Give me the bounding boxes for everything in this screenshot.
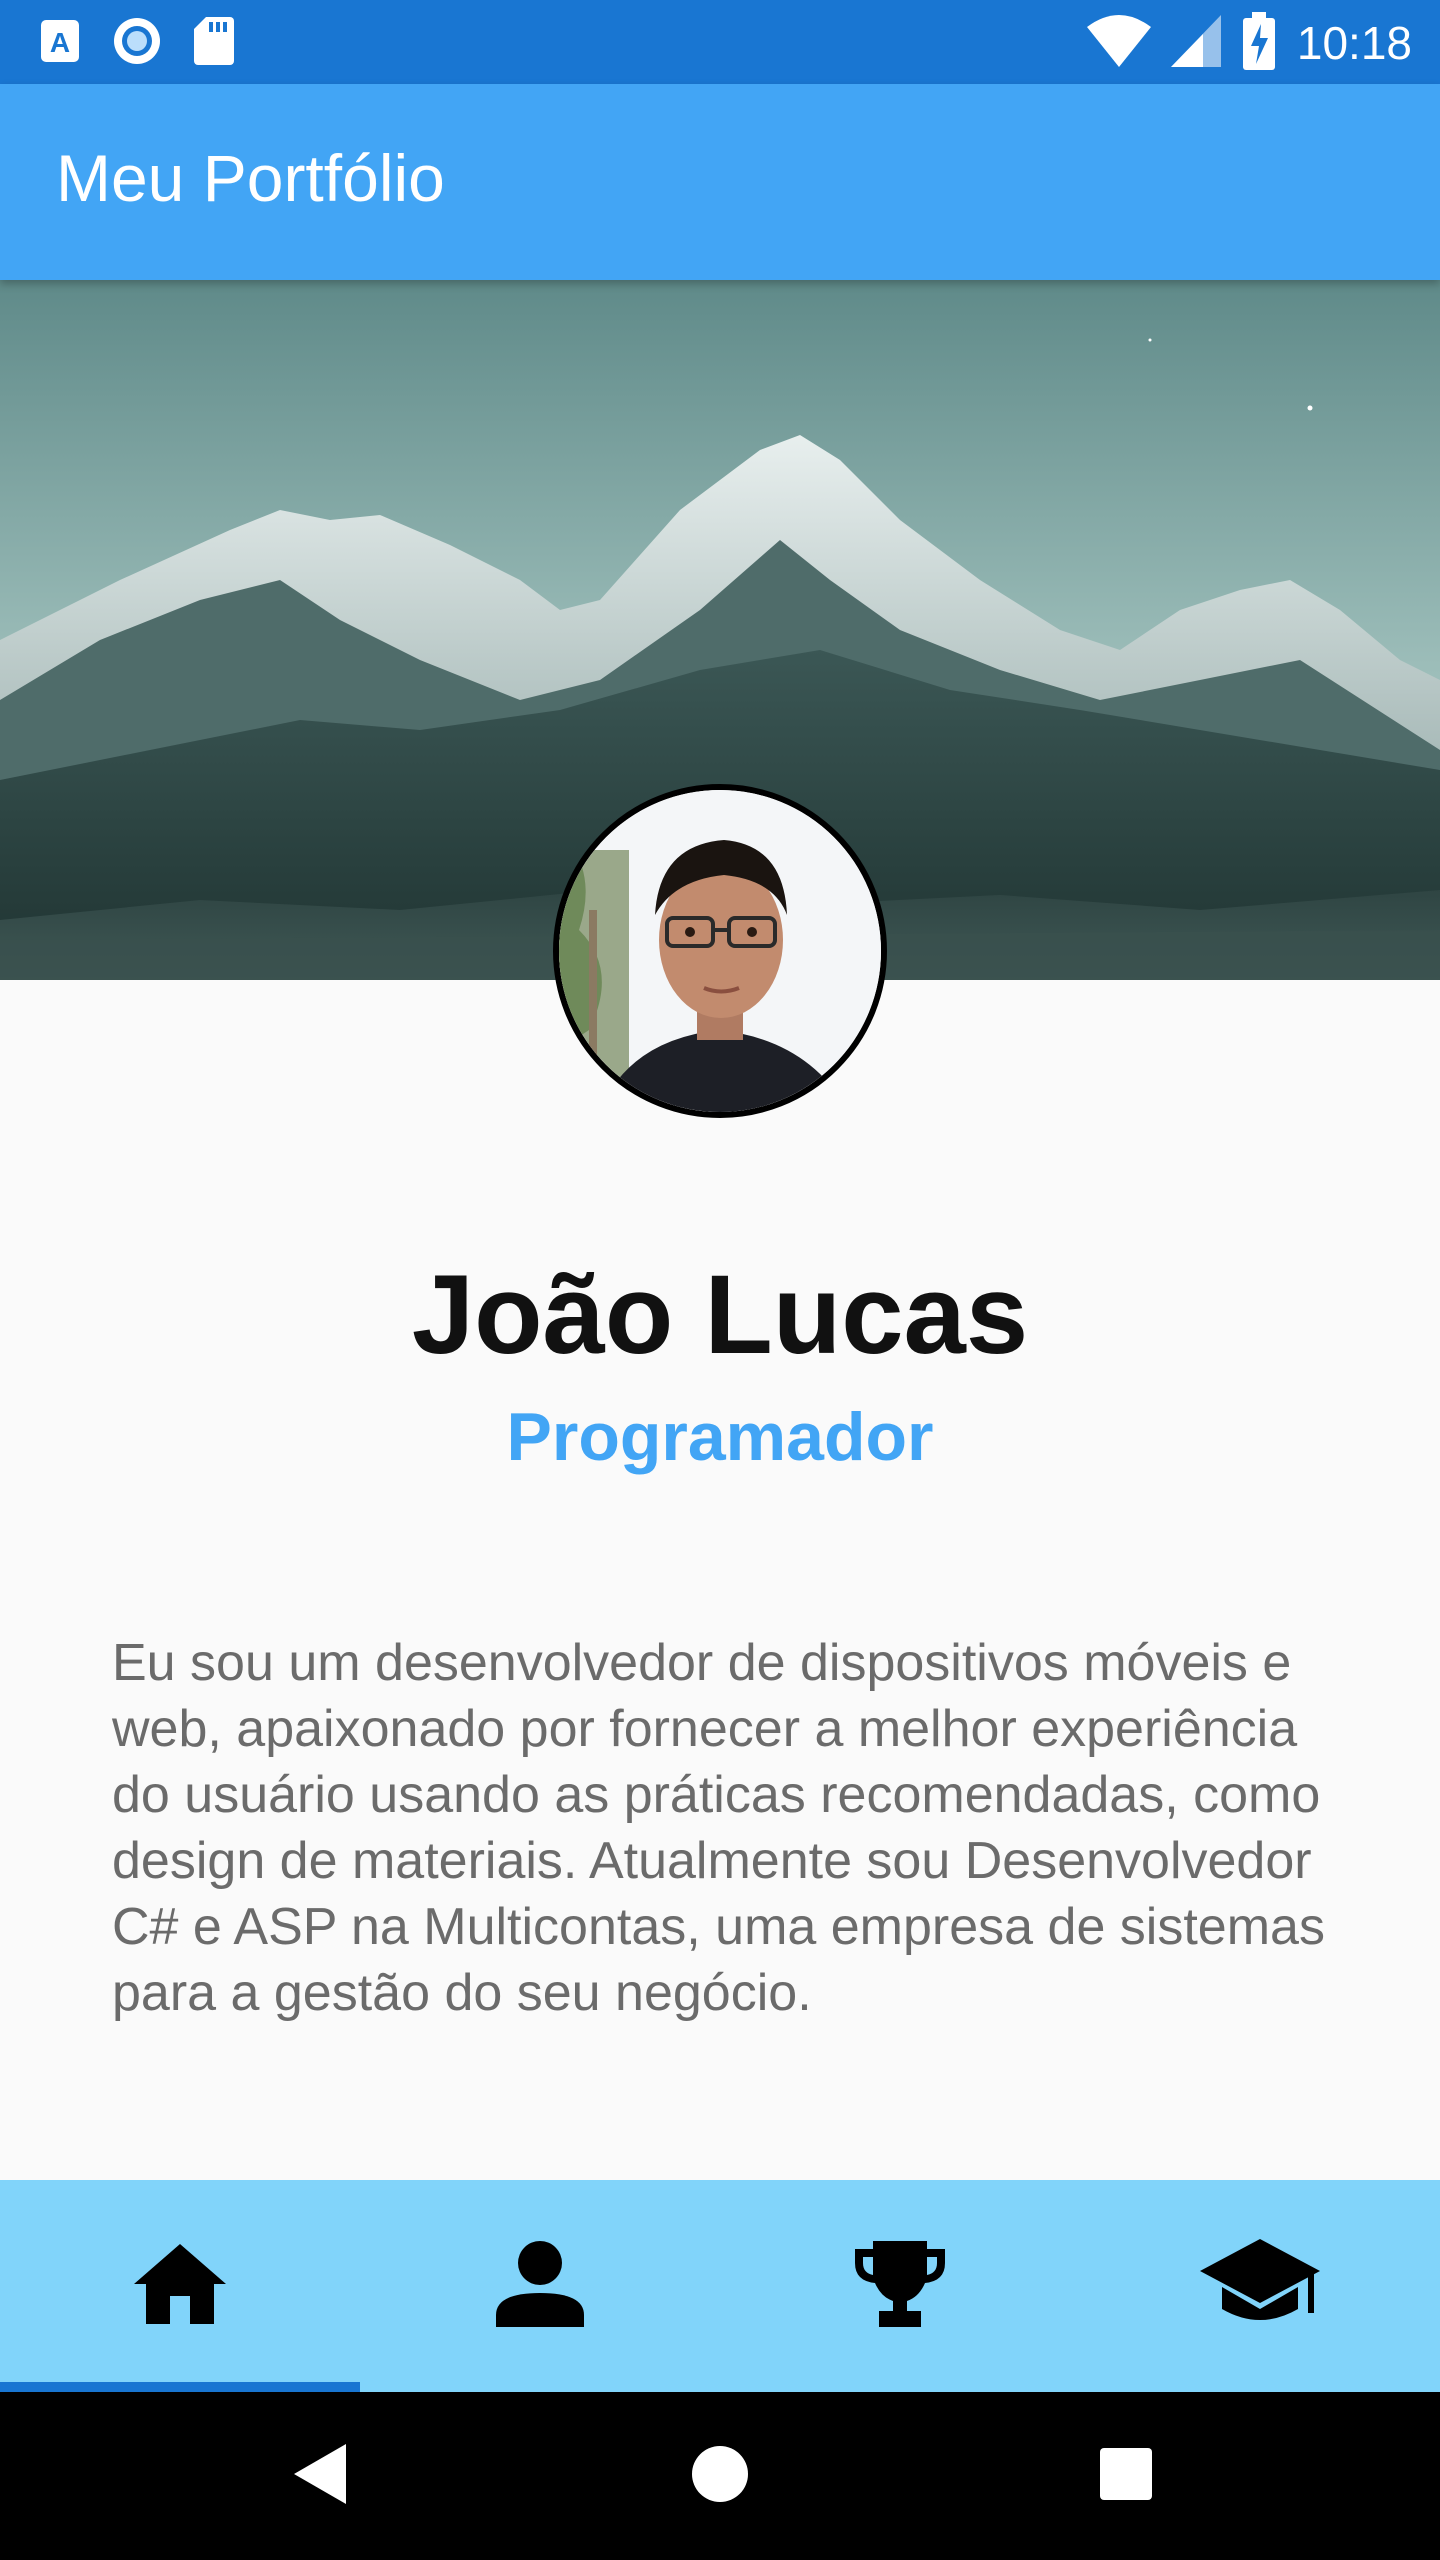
cellular-signal-icon — [1170, 15, 1221, 71]
profile-name: João Lucas — [411, 1252, 1029, 1377]
battery-charging-icon — [1241, 12, 1277, 74]
back-button[interactable] — [240, 2392, 400, 2560]
profile-avatar — [553, 784, 887, 1118]
graduation-cap-icon — [1200, 2239, 1320, 2333]
active-tab-indicator — [0, 2382, 360, 2392]
wifi-icon — [1086, 15, 1151, 71]
sd-card-icon — [194, 17, 234, 69]
home-circle-icon — [691, 2445, 749, 2507]
system-navigation-bar — [0, 2392, 1440, 2560]
app-title: Meu Portfólio — [56, 141, 445, 215]
nav-item-profile[interactable] — [360, 2180, 720, 2392]
person-icon — [496, 2241, 584, 2331]
nav-item-education[interactable] — [1080, 2180, 1440, 2392]
nav-item-home[interactable] — [0, 2180, 360, 2392]
status-time: 10:18 — [1296, 17, 1412, 69]
recents-button[interactable] — [1046, 2392, 1206, 2560]
recents-icon — [1100, 2448, 1152, 2504]
home-button[interactable] — [640, 2392, 800, 2560]
back-icon — [294, 2444, 346, 2508]
app-bar: Meu Portfólio — [0, 84, 1440, 280]
trophy-icon — [855, 2241, 945, 2331]
status-bar: A 10:18 — [0, 0, 1440, 84]
bottom-navigation — [0, 2180, 1440, 2392]
app-store-icon: A — [40, 19, 80, 67]
profile-role: Programador — [506, 1399, 934, 1475]
circle-notification-icon — [112, 16, 162, 70]
svg-text:A: A — [50, 27, 70, 58]
profile-bio: Eu sou um desenvolvedor de dispositivos … — [112, 1634, 1325, 2022]
home-icon — [134, 2244, 226, 2328]
nav-item-achievements[interactable] — [720, 2180, 1080, 2392]
